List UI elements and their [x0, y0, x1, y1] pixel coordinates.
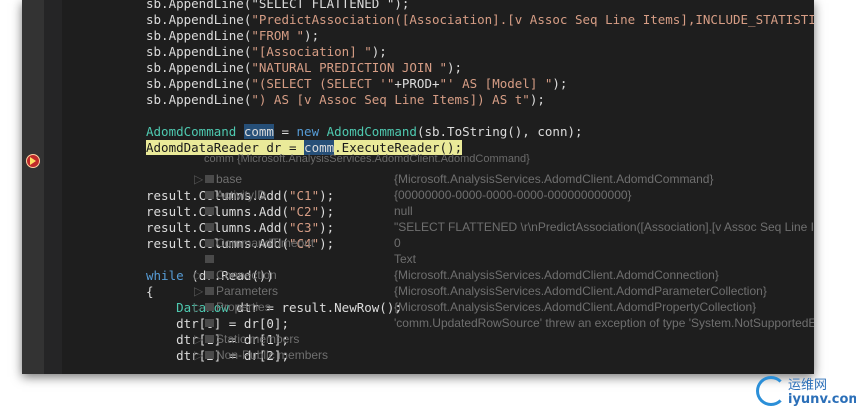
code-token: sb.AppendLine(: [146, 44, 252, 59]
expand-arrow-icon[interactable]: ▷: [194, 267, 203, 283]
expand-arrow-icon[interactable]: ▷: [194, 299, 203, 315]
datatip-row-name: Static members: [216, 332, 300, 346]
datatip-row[interactable]: "SELECT FLATTENED \r\nPredictAssociation…: [186, 219, 814, 235]
code-token: while: [146, 268, 184, 283]
code-line[interactable]: sb.AppendLine("FROM ");: [146, 28, 319, 44]
watermark-logo-icon: [756, 376, 786, 406]
datatip-row[interactable]: ▷ Non-Public members: [186, 347, 814, 363]
datatip-row[interactable]: CommandTimeout 0: [186, 235, 814, 251]
datatip-row[interactable]: ▷ Static members: [186, 331, 814, 347]
code-token: );: [529, 92, 545, 107]
expand-arrow-icon[interactable]: ▷: [194, 331, 203, 347]
property-icon: [205, 255, 214, 263]
code-token: sb.AppendLine(: [146, 60, 252, 75]
code-token: {: [146, 284, 154, 299]
datatip-row[interactable]: ActivityID {00000000-0000-0000-0000-00000…: [186, 187, 814, 203]
code-line[interactable]: sb.AppendLine(") AS [v Assoc Seq Line It…: [146, 92, 545, 108]
datatip-row-name: ActivityID: [216, 188, 267, 202]
property-icon: [205, 207, 214, 215]
datatip-row[interactable]: ▷ Parameters {Microsoft.AnalysisServices.A…: [186, 283, 814, 299]
datatip-row[interactable]: ▷ base {Microsoft.AnalysisServices.AdomdCl…: [186, 171, 814, 187]
code-token: "PredictAssociation([Association].[v Ass…: [251, 12, 814, 27]
datatip-row[interactable]: ▷ Properties {Microsoft.AnalysisServices.A…: [186, 299, 814, 315]
datatip-row-value: 0: [394, 236, 401, 250]
property-icon: [205, 287, 214, 295]
datatip-row[interactable]: Text: [186, 251, 814, 267]
property-icon: [205, 175, 214, 183]
code-line[interactable]: {: [146, 284, 154, 300]
code-token: sb.AppendLine(: [146, 76, 252, 91]
property-icon: [205, 303, 214, 311]
datatip-row-name: base: [216, 172, 243, 186]
datatip-row-value: {00000000-0000-0000-0000-000000000000}: [394, 188, 632, 202]
code-line[interactable]: sb.AppendLine("NATURAL PREDICTION JOIN "…: [146, 60, 462, 76]
datatip-row-name: CommandTimeout: [216, 236, 315, 250]
property-icon: [205, 191, 214, 199]
datatip-row-value: null: [394, 204, 413, 218]
property-icon: [205, 239, 214, 247]
datatip-row-name: Properties: [216, 300, 271, 314]
datatip-row-name: Non-Public members: [216, 348, 329, 362]
code-line[interactable]: sb.AppendLine("SELECT FLATTENED ");: [146, 0, 409, 12]
datatip-row-name: Parameters: [216, 284, 279, 298]
datatip-row[interactable]: ▷ Connection {Microsoft.AnalysisServices.A…: [186, 267, 814, 283]
datatip-row-value: {Microsoft.AnalysisServices.AdomdClient.…: [394, 300, 757, 314]
code-token: );: [552, 76, 568, 91]
datatip-row-value: {Microsoft.AnalysisServices.AdomdClient.…: [394, 268, 719, 282]
datatip-row[interactable]: null: [186, 203, 814, 219]
code-line[interactable]: AdomdCommand comm = new AdomdCommand(sb.…: [146, 124, 583, 140]
expand-arrow-icon[interactable]: ▷: [194, 283, 203, 299]
datatip-header: comm {Microsoft.AnalysisServices.AdomdCl…: [204, 151, 698, 167]
code-token: sb.AppendLine(: [146, 28, 252, 43]
code-editor-window: sb.AppendLine("SELECT FLATTENED "); sb.Ap…: [22, 0, 814, 374]
code-token: "NATURAL PREDICTION JOIN ": [251, 60, 448, 75]
code-token: AdomdCommand: [326, 124, 417, 139]
code-token: sb.AppendLine(: [146, 92, 252, 107]
debugger-datatip[interactable]: comm {Microsoft.AnalysisServices.AdomdCl…: [186, 149, 814, 374]
code-token: comm: [243, 124, 274, 139]
expand-arrow-icon[interactable]: ▷: [194, 347, 203, 363]
property-icon: [205, 335, 214, 343]
datatip-row-value: Text: [394, 252, 417, 266]
datatip-row-value: "SELECT FLATTENED \r\nPredictAssociation…: [394, 220, 814, 234]
code-token: ") AS [v Assoc Seq Line Items]) AS t": [251, 92, 530, 107]
datatip-row-value: {Microsoft.AnalysisServices.AdomdClient.…: [394, 284, 767, 298]
code-token: (sb.ToString(), conn);: [416, 124, 583, 139]
code-token: new: [296, 124, 320, 139]
code-token: sb.AppendLine(: [146, 12, 252, 27]
property-icon: [205, 319, 214, 327]
code-token: +PROD+: [394, 76, 440, 91]
code-token: );: [447, 60, 463, 75]
code-token: );: [371, 44, 387, 59]
code-token: sb.AppendLine("SELECT FLATTENED ");: [146, 0, 410, 11]
code-line[interactable]: sb.AppendLine("PredictAssociation([Assoc…: [146, 12, 814, 28]
datatip-row-value: 'comm.UpdatedRowSource' threw an excepti…: [394, 316, 814, 330]
property-icon: [205, 223, 214, 231]
code-line[interactable]: sb.AppendLine("[Association] ");: [146, 44, 387, 60]
site-watermark: 运维网 iyunv.com: [752, 372, 856, 414]
code-token: "' AS [Model] ": [439, 76, 553, 91]
datatip-row-value: {Microsoft.AnalysisServices.AdomdClient.…: [394, 172, 714, 186]
code-line[interactable]: sb.AppendLine("(SELECT (SELECT '"+PROD+"…: [146, 76, 567, 92]
expand-arrow-icon[interactable]: ▷: [194, 171, 203, 187]
code-token: AdomdCommand: [146, 124, 237, 139]
code-token: "(SELECT (SELECT '": [251, 76, 395, 91]
datatip-header-text: comm {Microsoft.AnalysisServices.AdomdCl…: [204, 153, 530, 165]
datatip-row[interactable]: 'comm.UpdatedRowSource' threw an excepti…: [186, 315, 814, 331]
watermark-url: iyunv.com: [788, 392, 856, 407]
code-token: "FROM ": [251, 28, 305, 43]
code-token: );: [304, 28, 320, 43]
datatip-row-name: Connection: [216, 268, 277, 282]
code-token: =: [273, 124, 297, 139]
code-token: "[Association] ": [251, 44, 372, 59]
property-icon: [205, 271, 214, 279]
watermark-title: 运维网: [788, 378, 828, 393]
property-icon: [205, 351, 214, 359]
